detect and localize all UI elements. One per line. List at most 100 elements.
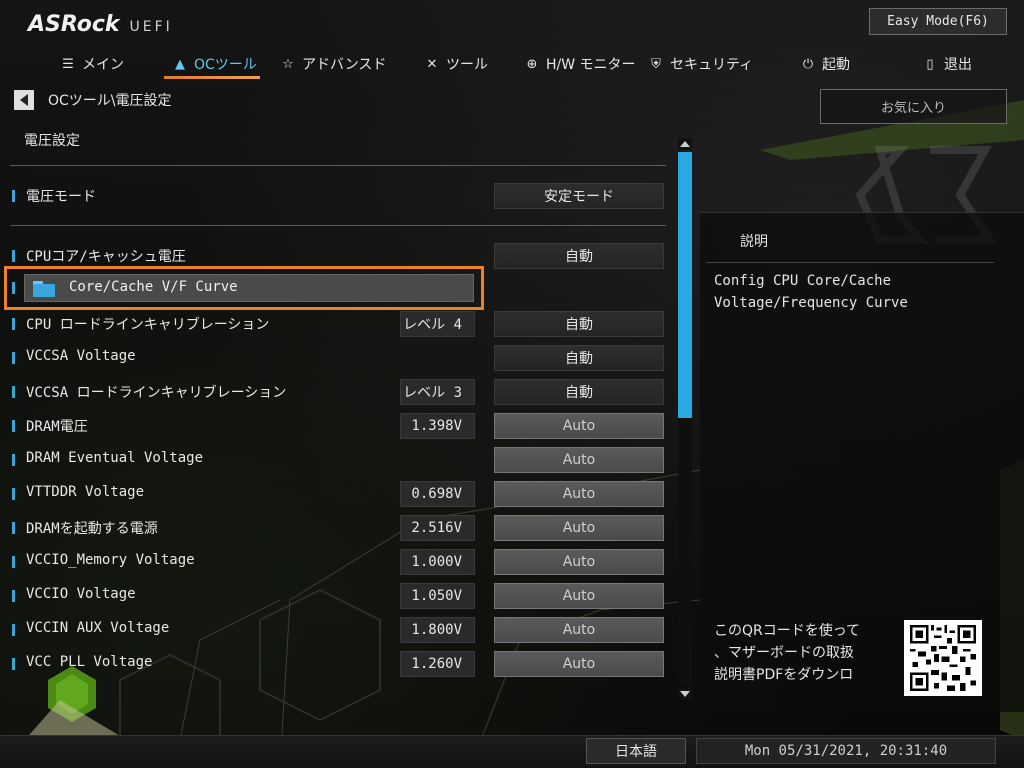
setting-row[interactable]: VCCIO_Memory Voltage 1.000V Auto xyxy=(0,547,680,577)
easy-mode-button[interactable]: Easy Mode(F6) xyxy=(869,8,1007,35)
favorites-button[interactable]: お気に入り xyxy=(820,89,1007,124)
tab-security[interactable]: ⛨ セキュリティ xyxy=(648,52,753,76)
tab-oc-tools[interactable]: ▲ OCツール xyxy=(172,52,257,76)
tab-tools[interactable]: ✕ ツール xyxy=(424,52,488,76)
setting-value: 1.398V xyxy=(400,413,475,439)
row-marker xyxy=(12,386,15,398)
setting-row[interactable]: DRAM電圧 1.398V Auto xyxy=(0,411,680,441)
setting-label: DRAM電圧 xyxy=(26,419,88,435)
row-marker xyxy=(12,454,15,466)
setting-option[interactable]: 自動 xyxy=(494,379,664,405)
setting-row[interactable]: VCCSA Voltage 自動 xyxy=(0,343,680,373)
setting-value: 0.698V xyxy=(400,481,475,507)
setting-value: レベル 4 xyxy=(400,311,475,337)
chevron-down-icon xyxy=(680,691,690,697)
setting-row[interactable]: VCCSA ロードラインキャリブレーション レベル 3 自動 xyxy=(0,377,680,407)
setting-row[interactable]: DRAM Eventual Voltage Auto xyxy=(0,445,680,475)
row-marker xyxy=(12,318,15,330)
setting-value: 2.516V xyxy=(400,515,475,541)
setting-row[interactable]: DRAMを起動する電源 2.516V Auto xyxy=(0,513,680,543)
setting-label: VCCIN AUX Voltage xyxy=(26,620,170,636)
chevron-up-icon xyxy=(680,141,690,147)
setting-row[interactable]: VTTDDR Voltage 0.698V Auto xyxy=(0,479,680,509)
main-nav: ☰ メイン ▲ OCツール ☆ アドバンスド ✕ ツール ⊕ H/W モニター … xyxy=(0,48,1024,79)
scrollbar-thumb[interactable] xyxy=(678,152,692,418)
description-title: 説明 xyxy=(740,234,768,250)
exit-door-icon: ▯ xyxy=(926,56,934,72)
tab-label: 起動 xyxy=(822,57,850,73)
setting-value: 1.050V xyxy=(400,583,475,609)
power-icon: ⏻ xyxy=(802,56,814,72)
setting-option[interactable]: Auto xyxy=(494,413,664,439)
row-marker xyxy=(12,352,15,364)
star-icon: ☆ xyxy=(282,56,294,72)
asrock-logo: ASRock UEFI xyxy=(28,12,173,37)
setting-option[interactable]: 自動 xyxy=(494,345,664,371)
divider xyxy=(706,262,994,263)
setting-label: VCCSA ロードラインキャリブレーション xyxy=(26,385,287,401)
setting-option[interactable]: Auto xyxy=(494,549,664,575)
setting-row[interactable]: CPU ロードラインキャリブレーション レベル 4 自動 xyxy=(0,309,680,339)
setting-row[interactable]: VCCIN AUX Voltage 1.800V Auto xyxy=(0,615,680,645)
setting-value: 1.800V xyxy=(400,617,475,643)
setting-option[interactable]: 自動 xyxy=(494,243,664,269)
uefi-label: UEFI xyxy=(129,19,173,35)
tab-label: 退出 xyxy=(944,57,972,73)
setting-row-voltage-mode[interactable]: 電圧モード 安定モード xyxy=(0,181,680,211)
setting-label: VTTDDR Voltage xyxy=(26,484,145,500)
active-tab-indicator xyxy=(164,76,260,79)
tab-label: H/W モニター xyxy=(546,57,636,73)
row-marker xyxy=(12,488,15,500)
tab-label: OCツール xyxy=(194,57,257,73)
setting-option[interactable]: 安定モード xyxy=(494,183,664,209)
breadcrumb-path: OCツール\電圧設定 xyxy=(48,93,172,109)
setting-option[interactable]: Auto xyxy=(494,481,664,507)
setting-value: 1.260V xyxy=(400,651,475,677)
row-marker xyxy=(12,250,15,262)
row-marker xyxy=(12,590,15,602)
scroll-down-button[interactable] xyxy=(678,688,692,700)
brand-name: ASRock xyxy=(28,12,120,37)
tools-icon: ✕ xyxy=(426,56,438,72)
breadcrumb: OCツール\電圧設定 xyxy=(14,90,172,110)
back-button[interactable] xyxy=(14,90,34,110)
tab-hw-monitor[interactable]: ⊕ H/W モニター xyxy=(524,52,636,76)
divider xyxy=(10,165,666,166)
list-icon: ☰ xyxy=(62,56,74,72)
setting-row[interactable]: VCC PLL Voltage 1.260V Auto xyxy=(0,649,680,679)
setting-option[interactable]: Auto xyxy=(494,583,664,609)
setting-row[interactable]: VCCIO Voltage 1.050V Auto xyxy=(0,581,680,611)
setting-label: CPUコア/キャッシュ電圧 xyxy=(26,249,186,265)
tab-boot[interactable]: ⏻ 起動 xyxy=(800,52,850,76)
language-button[interactable]: 日本語 xyxy=(586,738,686,764)
date-time-display: Mon 05/31/2021, 20:31:40 xyxy=(696,738,996,764)
setting-option[interactable]: 自動 xyxy=(494,311,664,337)
setting-value: レベル 3 xyxy=(400,379,475,405)
setting-label: VCCIO_Memory Voltage xyxy=(26,552,195,568)
qr-code[interactable] xyxy=(904,620,982,696)
setting-option[interactable]: Auto xyxy=(494,651,664,677)
setting-label: VCCIO Voltage xyxy=(26,586,136,602)
scroll-up-button[interactable] xyxy=(678,138,692,150)
divider xyxy=(10,225,666,226)
tab-label: アドバンスド xyxy=(302,57,387,73)
qr-caption: このQRコードを使って 、マザーボードの取扱 説明書PDFをダウンロ xyxy=(714,623,861,683)
crosshair-icon: ⊕ xyxy=(526,56,538,72)
tab-exit[interactable]: ▯ 退出 xyxy=(922,52,972,76)
setting-option[interactable]: Auto xyxy=(494,515,664,541)
setting-option[interactable]: Auto xyxy=(494,617,664,643)
selection-highlight xyxy=(4,266,484,310)
row-marker xyxy=(12,522,15,534)
row-marker xyxy=(12,190,15,202)
tab-main[interactable]: ☰ メイン xyxy=(60,52,124,76)
section-title: 電圧設定 xyxy=(24,133,80,149)
tab-label: メイン xyxy=(82,57,124,73)
setting-value: 1.000V xyxy=(400,549,475,575)
row-marker xyxy=(12,420,15,432)
setting-option[interactable]: Auto xyxy=(494,447,664,473)
back-arrow-icon xyxy=(20,94,28,106)
shield-icon: ⛨ xyxy=(651,56,661,72)
tab-advanced[interactable]: ☆ アドバンスド xyxy=(280,52,386,76)
tab-label: セキュリティ xyxy=(670,57,754,73)
setting-label: DRAM Eventual Voltage xyxy=(26,450,204,466)
